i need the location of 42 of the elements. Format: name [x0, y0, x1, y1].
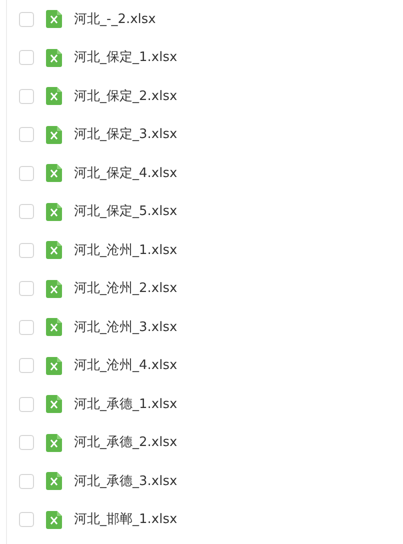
spreadsheet-file-icon: [46, 241, 62, 260]
spreadsheet-file-icon: [46, 472, 62, 490]
checkbox[interactable]: [19, 127, 34, 142]
file-name[interactable]: 河北_保定_3.xlsx: [74, 125, 178, 144]
file-name[interactable]: 河北_承德_2.xlsx: [74, 433, 178, 452]
file-name[interactable]: 河北_沧州_2.xlsx: [74, 279, 178, 298]
file-name[interactable]: 河北_承德_1.xlsx: [74, 394, 178, 414]
file-name[interactable]: 河北_承德_3.xlsx: [74, 472, 178, 491]
spreadsheet-file-icon: [46, 356, 62, 375]
spreadsheet-file-icon: [46, 126, 62, 144]
file-name[interactable]: 河北_邯郸_1.xlsx: [74, 510, 178, 530]
checkbox[interactable]: [19, 512, 34, 528]
file-name[interactable]: 河北_沧州_1.xlsx: [74, 240, 178, 260]
checkbox[interactable]: [19, 50, 34, 66]
spreadsheet-file-icon: [46, 395, 62, 414]
file-name[interactable]: 河北_-_2.xlsx: [74, 10, 156, 29]
file-name[interactable]: 河北_沧州_4.xlsx: [74, 356, 178, 376]
file-name[interactable]: 河北_保定_5.xlsx: [74, 202, 178, 222]
spreadsheet-file-icon: [46, 10, 62, 28]
checkbox[interactable]: [19, 396, 34, 412]
spreadsheet-file-icon: [46, 164, 62, 182]
file-name[interactable]: 河北_保定_4.xlsx: [74, 164, 178, 183]
spreadsheet-file-icon: [46, 202, 62, 221]
checkbox[interactable]: [19, 435, 34, 450]
spreadsheet-file-icon: [46, 48, 62, 67]
spreadsheet-file-icon: [46, 434, 62, 452]
checkbox[interactable]: [19, 358, 34, 374]
file-name[interactable]: 河北_保定_1.xlsx: [74, 48, 178, 68]
checkbox[interactable]: [19, 166, 34, 181]
spreadsheet-file-icon: [46, 318, 62, 336]
file-name[interactable]: 河北_保定_2.xlsx: [74, 86, 178, 106]
spreadsheet-file-icon: [46, 87, 62, 106]
checkbox[interactable]: [19, 204, 34, 220]
checkbox[interactable]: [19, 12, 34, 27]
checkbox[interactable]: [19, 320, 34, 335]
spreadsheet-file-icon: [46, 510, 62, 529]
checkbox[interactable]: [19, 88, 34, 104]
spreadsheet-file-icon: [46, 280, 62, 298]
checkbox[interactable]: [19, 242, 34, 258]
file-name[interactable]: 河北_沧州_3.xlsx: [74, 318, 178, 337]
checkbox[interactable]: [19, 281, 34, 296]
checkbox[interactable]: [19, 474, 34, 489]
